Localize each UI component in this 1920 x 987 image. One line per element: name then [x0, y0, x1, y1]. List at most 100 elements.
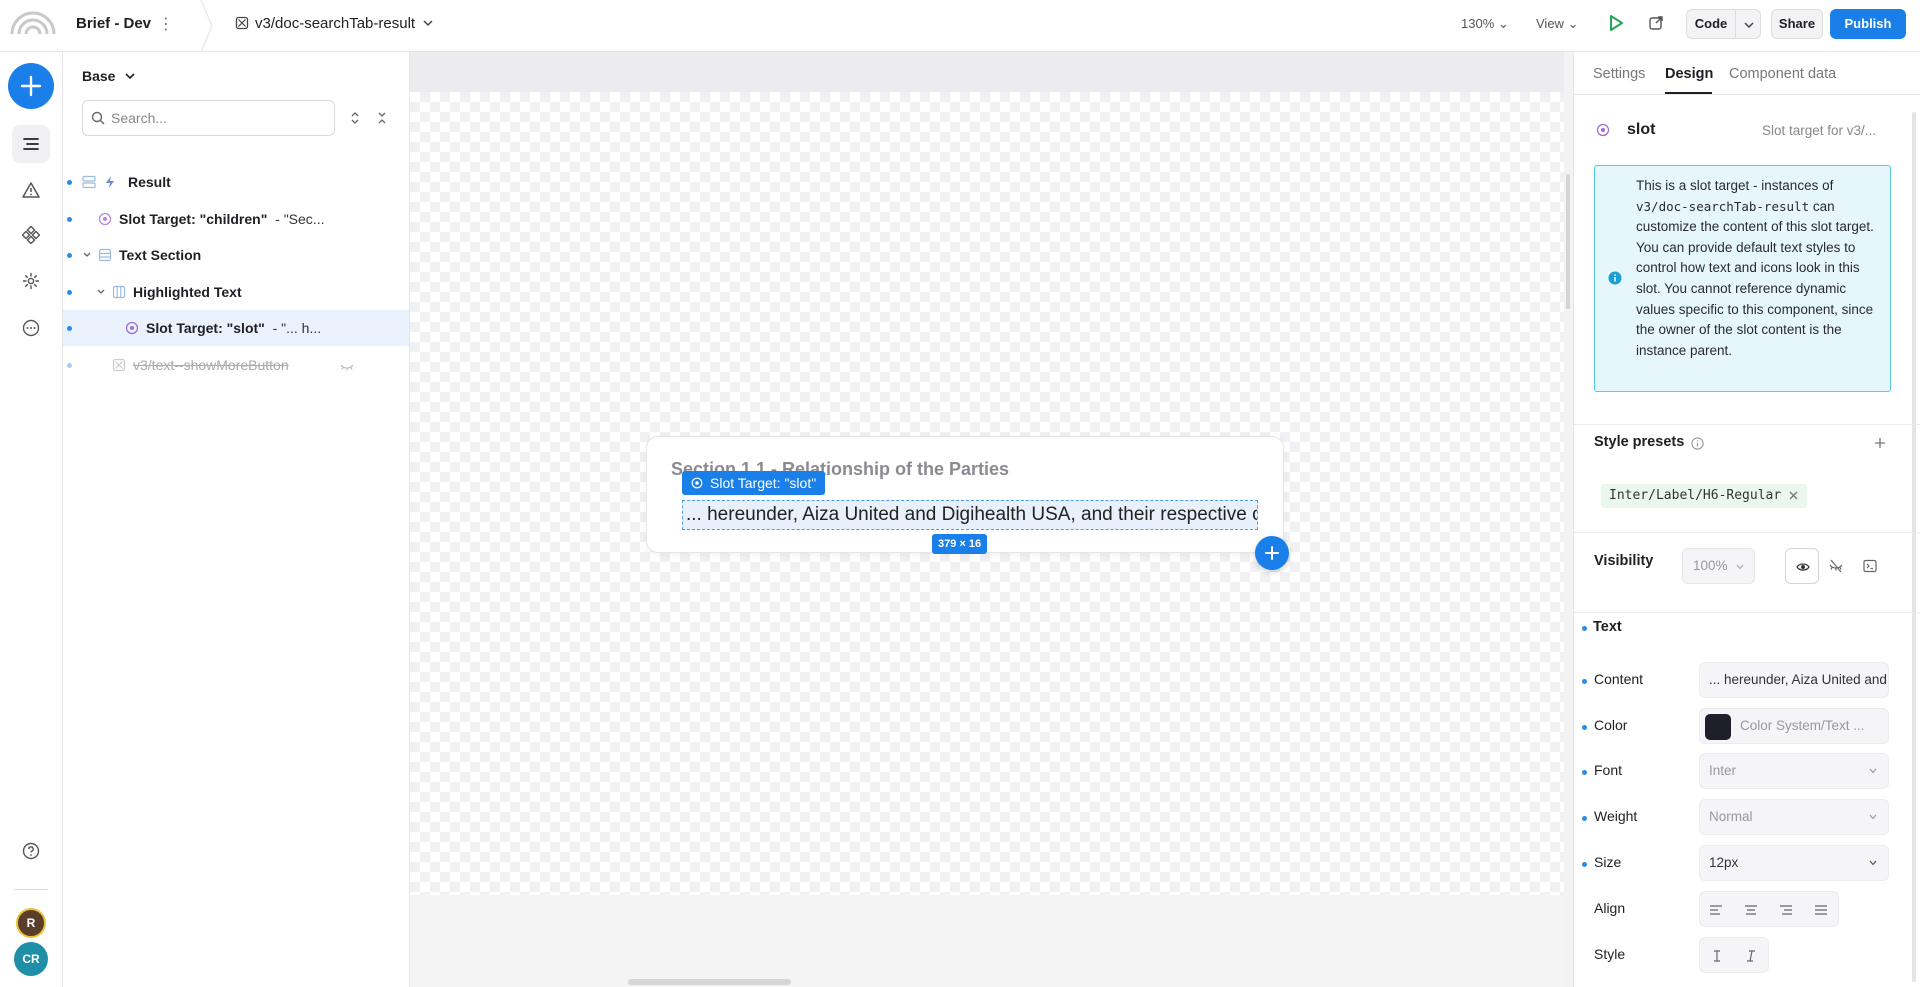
eye-icon: [1796, 563, 1810, 571]
app-logo-icon[interactable]: [8, 8, 58, 36]
align-justify-icon[interactable]: [1814, 904, 1828, 916]
view-label: View: [1536, 16, 1564, 31]
color-field[interactable]: Color System/Text ...: [1699, 708, 1889, 744]
align-button-group: [1699, 891, 1839, 927]
collapse-all-icon[interactable]: [375, 111, 389, 125]
search-input[interactable]: [82, 100, 335, 136]
zoom-dropdown[interactable]: 130% ⌄: [1461, 16, 1509, 32]
outline-tab[interactable]: [12, 125, 50, 163]
panel-scrollbar[interactable]: [1912, 112, 1916, 982]
canvas[interactable]: Section 1.1 - Relationship of the Partie…: [410, 52, 1573, 987]
chevron-down-icon: ⌄: [1497, 16, 1509, 31]
project-menu-icon[interactable]: ⋮: [158, 14, 174, 34]
info-icon: [1608, 271, 1622, 285]
color-swatch[interactable]: [1705, 714, 1731, 740]
tab-component-data[interactable]: Component data: [1729, 66, 1836, 82]
expand-all-icon[interactable]: [348, 111, 362, 125]
base-dropdown[interactable]: Base: [82, 68, 115, 84]
italic-icon[interactable]: [1746, 950, 1756, 962]
component-icon: [235, 16, 249, 30]
chevron-down-icon[interactable]: [96, 288, 106, 296]
align-left-icon[interactable]: [1709, 904, 1723, 916]
vertical-scrollbar-thumb[interactable]: [1566, 174, 1570, 309]
add-preset-icon[interactable]: [1874, 437, 1886, 449]
tree-item-text-section[interactable]: Text Section: [63, 237, 409, 273]
chevron-down-icon: [1869, 814, 1877, 820]
view-dropdown[interactable]: View ⌄: [1536, 16, 1578, 32]
project-name[interactable]: Brief - Dev: [76, 15, 151, 32]
chevron-down-icon: [1869, 768, 1877, 774]
chevron-down-icon[interactable]: [422, 18, 434, 28]
components-tab[interactable]: [12, 216, 50, 254]
warnings-tab[interactable]: [12, 171, 50, 209]
align-right-icon[interactable]: [1779, 904, 1793, 916]
help-button[interactable]: [12, 832, 50, 870]
opacity-dropdown[interactable]: 100%: [1682, 548, 1755, 584]
color-label: Color: [1594, 717, 1628, 733]
add-button[interactable]: [8, 63, 54, 109]
more-tab[interactable]: [12, 309, 50, 347]
info-outline-icon[interactable]: [1691, 437, 1704, 450]
tree-item-label: Result: [128, 174, 171, 190]
visibility-title: Visibility: [1594, 553, 1654, 569]
settings-tab[interactable]: [12, 262, 50, 300]
style-label: Style: [1594, 946, 1626, 962]
style-button-group: [1699, 937, 1769, 973]
style-preset-chip[interactable]: Inter/Label/H6-Regular: [1601, 484, 1808, 508]
content-field[interactable]: ... hereunder, Aiza United and Digihealt…: [1699, 662, 1889, 698]
outline-icon: [23, 138, 39, 150]
tree-item-slot-target[interactable]: Slot Target: "slot" - "... h...: [63, 310, 409, 346]
eye-hidden-icon[interactable]: [340, 359, 354, 373]
tree-item-name: Result: [128, 174, 171, 190]
visible-toggle[interactable]: [1785, 548, 1819, 584]
stack-icon: [82, 175, 96, 189]
element-description: Slot target for v3/...: [1762, 123, 1877, 138]
bolt-icon: [106, 176, 114, 188]
override-dot: [1582, 679, 1587, 684]
publish-button[interactable]: Publish: [1830, 9, 1906, 39]
chevron-down-icon[interactable]: [124, 71, 136, 81]
slot-selection-box[interactable]: ... hereunder, Aiza United and Digihealt…: [682, 500, 1258, 530]
size-dropdown[interactable]: 12px: [1699, 845, 1889, 881]
play-icon[interactable]: [1607, 14, 1625, 32]
tree-item-result[interactable]: Result: [63, 164, 409, 200]
tree-item-label: Slot Target: "slot" - "... h...: [146, 320, 321, 336]
hidden-toggle[interactable]: [1819, 548, 1853, 584]
insert-button[interactable]: [1255, 536, 1289, 570]
avatar[interactable]: R: [16, 908, 46, 938]
conditional-toggle[interactable]: [1853, 548, 1887, 584]
slot-target-icon: [1596, 123, 1610, 137]
tree-item-slot-children[interactable]: Slot Target: "children" - "Sec...: [63, 201, 409, 237]
tree-item-show-more-button[interactable]: v3/text--showMoreButton: [63, 347, 409, 383]
slot-target-icon: [691, 477, 703, 489]
tree-item-highlighted-text[interactable]: Highlighted Text: [63, 274, 409, 310]
slot-text: ... hereunder, Aiza United and Digihealt…: [686, 504, 1257, 525]
close-icon[interactable]: [1788, 490, 1799, 501]
code-button[interactable]: Code: [1686, 9, 1736, 39]
tab-settings[interactable]: Settings: [1593, 66, 1645, 82]
components-icon: [22, 226, 40, 244]
element-name[interactable]: slot: [1627, 121, 1655, 139]
avatar[interactable]: CR: [14, 942, 48, 976]
top-bar: Brief - Dev ⋮ v3/doc-searchTab-result 13…: [0, 0, 1920, 52]
component-name[interactable]: v3/doc-searchTab-result: [255, 15, 415, 32]
opacity-value: 100%: [1693, 558, 1728, 573]
slot-target-icon: [98, 212, 112, 226]
font-dropdown[interactable]: Inter: [1699, 753, 1889, 789]
columns-icon: [112, 285, 126, 299]
text-cursor-icon[interactable]: [1712, 950, 1722, 962]
external-link-icon[interactable]: [1648, 15, 1664, 31]
tree-item-label: Text Section: [119, 247, 201, 263]
chevron-down-icon[interactable]: [82, 251, 92, 259]
tree-item-sub: - "Sec...: [267, 211, 325, 227]
slot-info-callout: This is a slot target - instances of v3/…: [1594, 165, 1891, 392]
code-dropdown-button[interactable]: [1735, 9, 1761, 39]
horizontal-scrollbar-thumb[interactable]: [628, 979, 791, 985]
help-icon: [22, 842, 40, 860]
share-button[interactable]: Share: [1771, 9, 1823, 39]
align-center-icon[interactable]: [1744, 904, 1758, 916]
weight-dropdown[interactable]: Normal: [1699, 799, 1889, 835]
tab-design[interactable]: Design: [1665, 66, 1713, 82]
slot-target-tag[interactable]: Slot Target: "slot": [682, 471, 826, 495]
override-dot: [1582, 816, 1587, 821]
